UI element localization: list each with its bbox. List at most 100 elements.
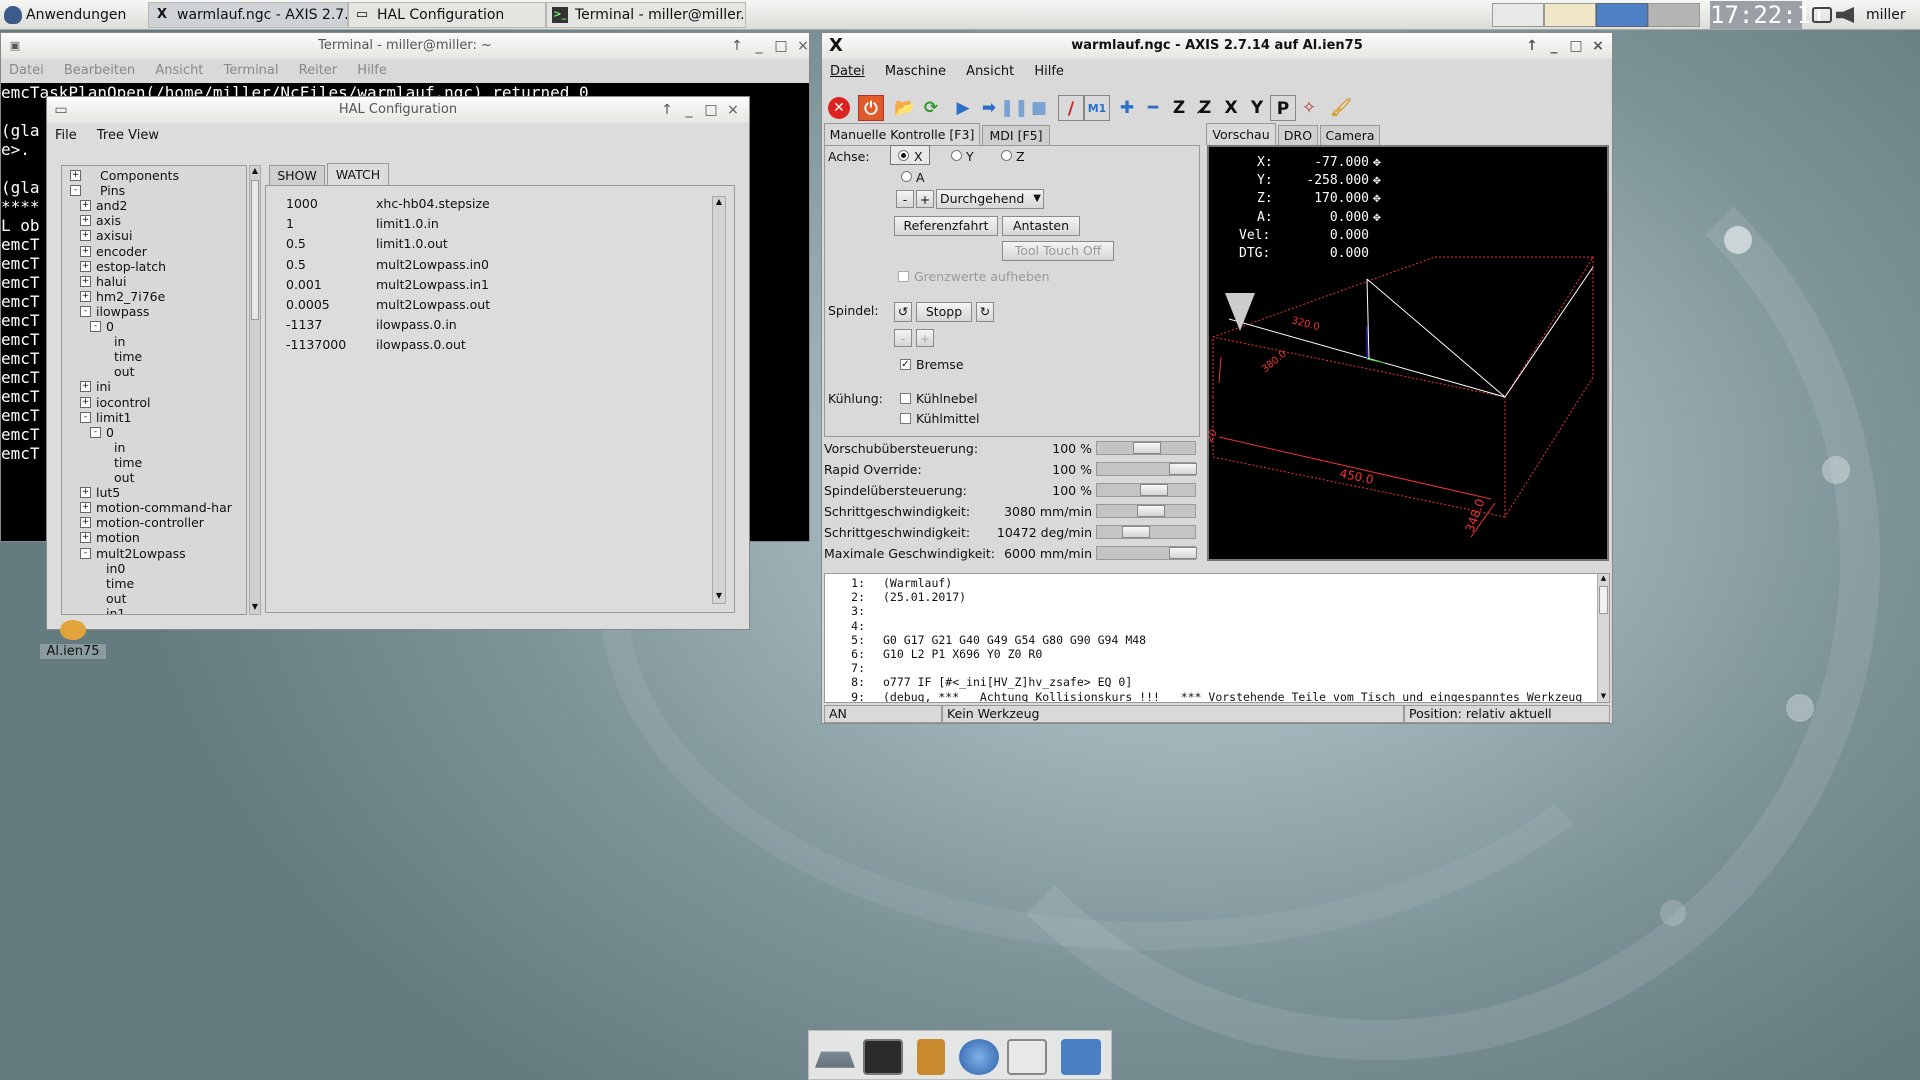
override-slider[interactable] <box>1096 462 1197 476</box>
expand-icon[interactable]: + <box>80 275 91 287</box>
tab-dro[interactable]: DRO <box>1278 125 1318 145</box>
radio-x-frame[interactable] <box>890 145 930 165</box>
task-terminal[interactable]: >_ Terminal - miller@miller... <box>546 2 746 28</box>
radio-y[interactable] <box>951 150 962 161</box>
tab-preview[interactable]: Vorschau <box>1206 123 1276 145</box>
slider-thumb[interactable] <box>1140 484 1169 496</box>
clock[interactable]: 17:22:11 <box>1710 1 1826 29</box>
slider-thumb[interactable] <box>1169 463 1197 475</box>
jog-mode-select[interactable]: Durchgehend ▼ <box>936 189 1044 209</box>
override-slider[interactable] <box>1096 483 1196 497</box>
task-axis[interactable]: Xwarmlauf.ngc - AXIS 2.7.... <box>148 2 348 28</box>
step-icon[interactable]: ➡ <box>976 95 1002 121</box>
expand-icon[interactable]: + <box>80 502 91 514</box>
hal-tree-panel[interactable]: + Components - Pins + and2 + axis + axisui + encode… <box>61 165 247 615</box>
override-limits-checkbox[interactable] <box>898 271 909 282</box>
mist-checkbox[interactable] <box>900 393 911 404</box>
hal-titlebar[interactable]: HAL Configuration ▭ ↑ _ □ × <box>47 97 749 123</box>
menu-datei[interactable]: Datei <box>1 60 52 82</box>
flood-checkbox[interactable] <box>900 413 911 424</box>
expand-icon[interactable]: + <box>80 260 91 272</box>
jog-plus-button[interactable]: + <box>916 190 934 208</box>
menu-ansicht[interactable]: Ansicht <box>147 60 211 82</box>
view-p-icon[interactable]: P <box>1270 95 1296 121</box>
hal-tree[interactable]: + Components - Pins + and2 + axis + axisui + encode… <box>62 166 246 614</box>
maximize-up-icon[interactable]: ↑ <box>1522 33 1542 59</box>
override-slider[interactable] <box>1096 525 1196 539</box>
gcode-view[interactable]: 1: (Warmlauf) 2: (25.01.2017) 3: 4: 5: G0 G17 G… <box>824 573 1610 703</box>
gcode-line-text[interactable]: (debug, *** Achtung Kollisionskurs !!! *… <box>883 690 1582 702</box>
spindle-ccw-button[interactable]: ↺ <box>894 302 912 322</box>
close-button[interactable]: × <box>793 33 813 59</box>
collapse-icon[interactable]: - <box>80 547 91 559</box>
menu-tree-view[interactable]: Tree View <box>89 125 167 147</box>
power-icon[interactable]: ⏻ <box>858 95 884 121</box>
expand-icon[interactable]: + <box>80 215 91 227</box>
axis-titlebar[interactable]: warmlauf.ngc - AXIS 2.7.14 auf Al.ien75 … <box>822 33 1612 59</box>
menu-maschine[interactable]: Maschine <box>877 61 954 83</box>
radio-z[interactable] <box>1001 150 1012 161</box>
web-browser-icon[interactable] <box>959 1039 999 1075</box>
collapse-icon[interactable]: - <box>90 321 101 332</box>
workspace-switcher-2[interactable] <box>1544 3 1596 27</box>
view-x-icon[interactable]: X <box>1218 95 1244 121</box>
expand-icon[interactable]: + <box>80 290 91 302</box>
scroll-thumb[interactable] <box>1599 586 1608 614</box>
tool-touch-off-button[interactable]: Tool Touch Off <box>1002 241 1114 261</box>
user-menu[interactable]: miller <box>1866 0 1906 30</box>
tab-mdi[interactable]: MDI [F5] <box>982 125 1050 145</box>
view-z2-icon[interactable]: Z̸ <box>1192 95 1218 121</box>
gcode-line-text[interactable]: o777 IF [#<_ini[HV_Z]hv_zsafe> EQ 0] <box>883 675 1132 689</box>
hal-config-window[interactable]: HAL Configuration ▭ ↑ _ □ × File Tree Vi… <box>46 96 750 630</box>
slider-thumb[interactable] <box>1169 547 1197 559</box>
desktop-icon[interactable]: Al.ien75 <box>40 620 106 666</box>
gcode-line-text[interactable]: (Warmlauf) <box>883 576 952 590</box>
expand-icon[interactable]: + <box>80 381 91 393</box>
override-slider[interactable] <box>1096 504 1196 518</box>
menu-ansicht[interactable]: Ansicht <box>958 61 1022 83</box>
gcode-line-text[interactable]: G0 G17 G21 G40 G49 G54 G80 G90 G94 M48 <box>883 633 1146 647</box>
gcode-line-text[interactable]: G10 L2 P1 X696 Y0 Z0 R0 <box>883 647 1042 661</box>
expand-icon[interactable]: + <box>80 517 91 529</box>
spindle-cw-button[interactable]: ↻ <box>976 302 994 322</box>
maximize-button[interactable]: □ <box>1566 33 1586 59</box>
expand-icon[interactable]: + <box>80 200 91 212</box>
maximize-button[interactable]: □ <box>701 97 721 123</box>
view-y-icon[interactable]: Y <box>1244 95 1270 121</box>
workspace-switcher-3[interactable] <box>1596 3 1648 27</box>
menu-hilfe[interactable]: Hilfe <box>1026 61 1072 83</box>
override-slider[interactable] <box>1096 546 1197 560</box>
spindle-slower-button[interactable]: - <box>894 329 912 347</box>
folder-icon[interactable] <box>1061 1039 1101 1075</box>
gcode-line-text[interactable]: (25.01.2017) <box>883 590 966 604</box>
jog-minus-button[interactable]: - <box>896 190 914 208</box>
estop-icon[interactable]: ✕ <box>828 97 850 119</box>
file-manager-icon[interactable] <box>917 1039 945 1075</box>
watch-scrollbar[interactable]: ▲ ▼ <box>712 196 726 604</box>
scroll-up-icon[interactable]: ▲ <box>713 197 725 209</box>
collapse-icon[interactable]: - <box>80 411 91 423</box>
view-z-icon[interactable]: Z <box>1166 95 1192 121</box>
menu-bearbeiten[interactable]: Bearbeiten <box>56 60 143 82</box>
expand-icon[interactable]: + <box>80 396 91 408</box>
maximize-up-icon[interactable]: ↑ <box>727 33 747 59</box>
home-button[interactable]: Referenzfahrt <box>894 216 998 236</box>
volume-icon[interactable] <box>1836 7 1854 23</box>
scroll-thumb[interactable] <box>251 180 259 320</box>
optional-stop-icon[interactable]: M1 <box>1084 95 1110 121</box>
brake-checkbox[interactable]: ✓ <box>900 359 911 370</box>
menu-reiter[interactable]: Reiter <box>291 60 346 82</box>
zoom-in-icon[interactable]: ✚ <box>1114 95 1140 121</box>
axis-window[interactable]: warmlauf.ngc - AXIS 2.7.14 auf Al.ien75 … <box>821 32 1613 724</box>
minimize-button[interactable]: _ <box>749 33 769 59</box>
scroll-down-icon[interactable]: ▼ <box>713 591 725 603</box>
maximize-button[interactable]: □ <box>771 33 791 59</box>
minimize-button[interactable]: _ <box>679 97 699 123</box>
menu-hilfe[interactable]: Hilfe <box>349 60 395 82</box>
menu-file[interactable]: File <box>47 125 85 147</box>
collapse-icon[interactable]: - <box>80 305 91 317</box>
scroll-down-icon[interactable]: ▼ <box>1598 692 1609 702</box>
menu-datei[interactable]: Datei <box>822 61 873 83</box>
open-file-icon[interactable]: 📂 <box>892 95 918 121</box>
tab-watch[interactable]: WATCH <box>327 163 389 185</box>
